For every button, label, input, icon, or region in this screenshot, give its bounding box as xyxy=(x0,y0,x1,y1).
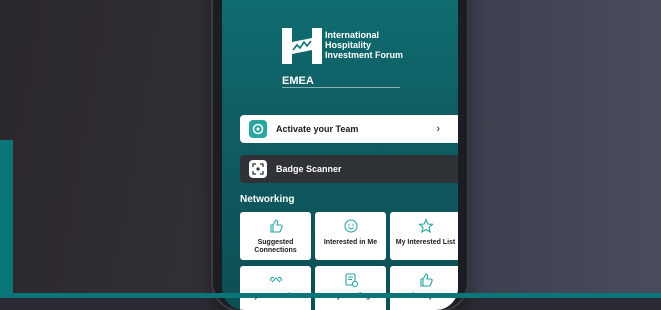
thumbs-up-icon xyxy=(419,273,433,287)
ihif-logo-icon xyxy=(282,28,322,64)
team-icon xyxy=(249,120,267,138)
thumbs-up-icon xyxy=(269,219,283,233)
star-icon xyxy=(417,218,434,234)
brand-line: Hospitality xyxy=(325,40,372,50)
brand-line: International xyxy=(325,30,380,40)
background-left xyxy=(0,0,240,298)
region-label: EMEA xyxy=(282,75,314,87)
tile-label: My Interested List xyxy=(395,239,456,246)
tile-my-pending[interactable]: My Pending xyxy=(315,266,386,310)
brand-line: Investment Forum xyxy=(325,50,404,60)
tile-my-interested-list[interactable]: My Interested List xyxy=(390,212,458,260)
tile-my-connections[interactable]: My Connections xyxy=(240,266,311,310)
scanner-icon xyxy=(249,160,267,178)
tile-interested-in-me[interactable]: Interested in Me xyxy=(315,212,386,260)
tile-label: Suggested Connections xyxy=(254,239,297,254)
networking-heading: Networking xyxy=(240,194,295,205)
tile-share-your[interactable]: Share your xyxy=(390,266,458,310)
brand-name: International Hospitality Investment For… xyxy=(325,30,455,60)
smiley-icon xyxy=(343,219,358,233)
connections-icon xyxy=(269,276,282,283)
activate-team-button[interactable]: Activate your Team › xyxy=(240,115,458,143)
teal-frame-bottom xyxy=(0,293,661,298)
teal-frame-left xyxy=(0,140,13,298)
chevron-right-icon: › xyxy=(436,123,440,135)
badge-scanner-button[interactable]: Badge Scanner xyxy=(240,155,458,183)
phone-frame: International Hospitality Investment For… xyxy=(213,0,467,310)
pending-icon xyxy=(344,273,358,288)
badge-scanner-label: Badge Scanner xyxy=(276,164,342,174)
brand-divider xyxy=(282,87,400,88)
tile-suggested-connections[interactable]: Suggested Connections xyxy=(240,212,311,260)
tile-label: Interested in Me xyxy=(323,239,378,246)
activate-team-label: Activate your Team xyxy=(276,124,359,134)
app-screen: International Hospitality Investment For… xyxy=(222,0,458,310)
